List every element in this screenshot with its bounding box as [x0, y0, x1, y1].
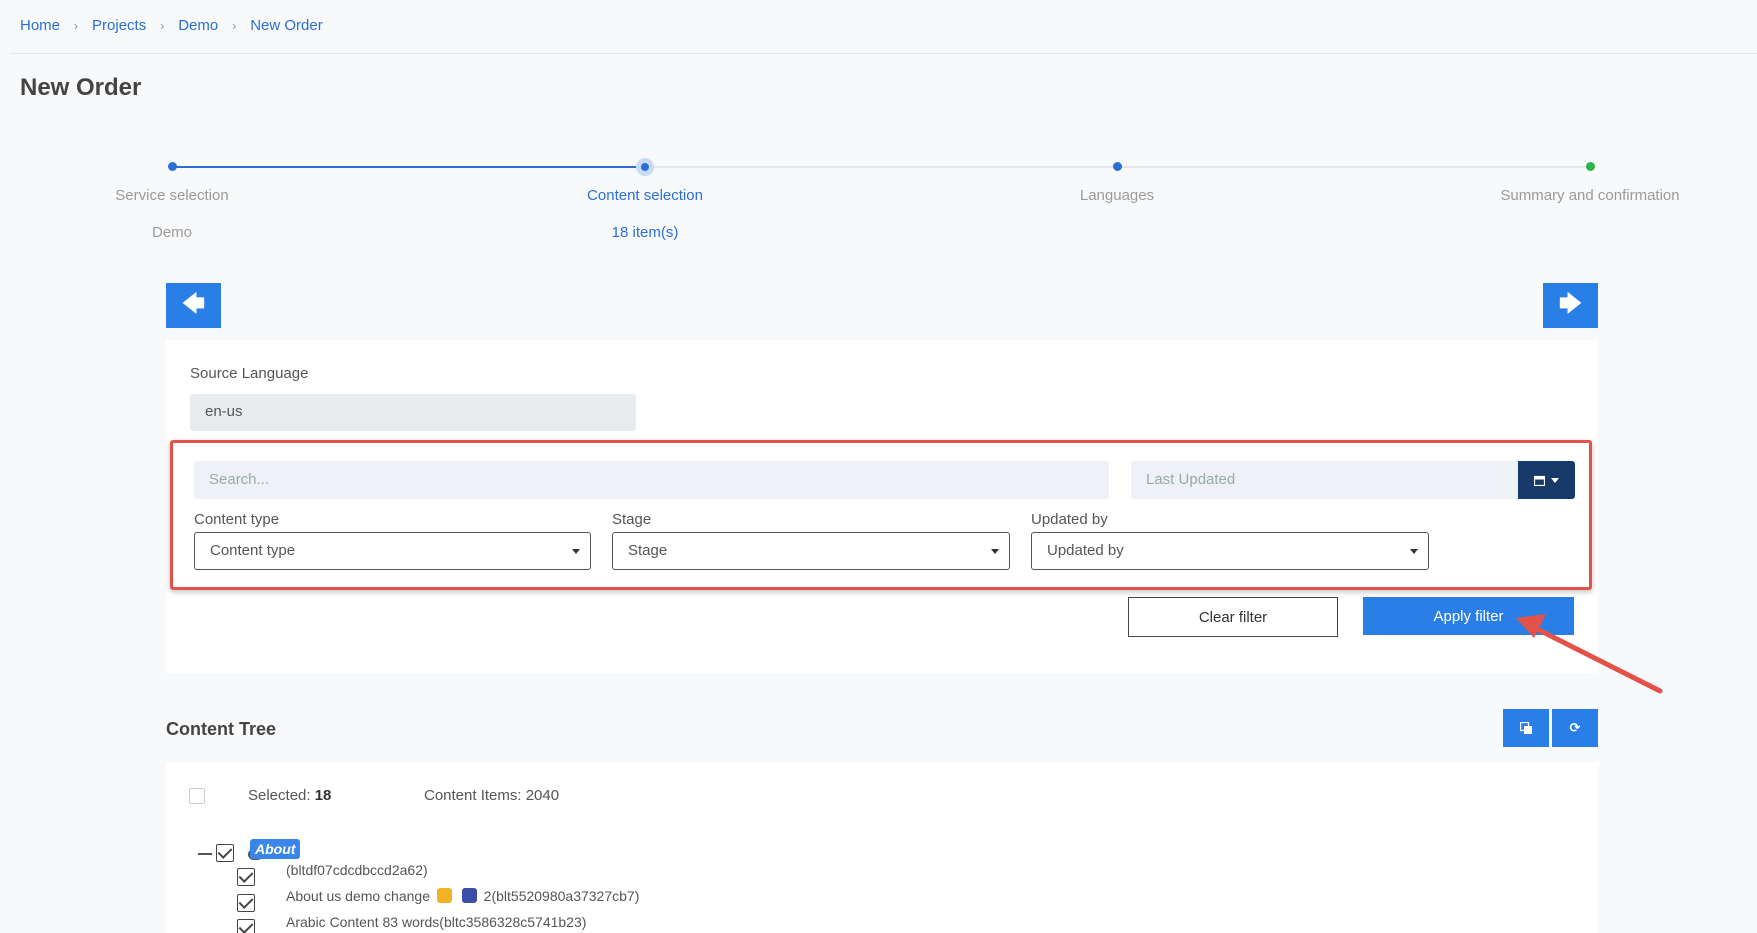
page-title: New Order: [20, 74, 142, 101]
updated-by-select[interactable]: Updated by: [1031, 532, 1429, 570]
tree-item-label: About us demo change: [286, 888, 430, 904]
content-items-count: Content Items: 2040: [424, 787, 560, 804]
date-picker-button[interactable]: [1518, 461, 1575, 499]
selected-count: Selected: 18: [248, 787, 331, 804]
chevron-right-icon: ›: [232, 18, 237, 33]
copy-button[interactable]: [1503, 709, 1549, 747]
filter-panel: Source Language en-us Search... Last Upd…: [166, 340, 1598, 673]
caret-down-icon: [991, 549, 999, 554]
breadcrumb-new-order[interactable]: New Order: [250, 17, 323, 34]
select-all-checkbox[interactable]: [189, 788, 205, 804]
tree-item-checkbox[interactable]: [237, 894, 255, 912]
tree-item-label: 2(blt5520980a37327cb7): [483, 888, 640, 904]
breadcrumb-projects[interactable]: Projects: [92, 17, 146, 34]
apply-filter-button[interactable]: Apply filter: [1363, 597, 1574, 635]
step-label-languages[interactable]: Languages: [997, 187, 1237, 204]
clear-filter-button[interactable]: Clear filter: [1128, 597, 1338, 637]
caret-down-icon: [1551, 477, 1559, 483]
next-button[interactable]: 🡆: [1543, 283, 1598, 328]
updated-by-label: Updated by: [1031, 511, 1108, 528]
step-dot-summary[interactable]: [1586, 162, 1595, 171]
filter-highlight-box: Search... Last Updated Content type Stag…: [170, 440, 1592, 590]
car-emoji-icon: [461, 888, 477, 903]
step-dot-content[interactable]: [636, 158, 654, 176]
caret-down-icon: [572, 549, 580, 554]
selected-value: 18: [314, 787, 332, 804]
breadcrumb-home[interactable]: Home: [20, 17, 60, 34]
content-tree-title: Content Tree: [166, 719, 277, 739]
stage-select-value: Stage: [628, 542, 668, 559]
refresh-button[interactable]: ⟳: [1552, 709, 1598, 747]
step-label-summary[interactable]: Summary and confirmation: [1470, 187, 1710, 204]
arrow-left-icon: 🡄: [182, 290, 205, 316]
tree-node-about[interactable]: About: [250, 839, 301, 859]
chevron-right-icon: ›: [74, 18, 79, 33]
step-sub-service: Demo: [151, 224, 192, 241]
content-type-label: Content type: [194, 511, 280, 528]
step-dot-service[interactable]: [168, 162, 177, 171]
selected-label: Selected:: [248, 787, 311, 804]
refresh-icon: ⟳: [1569, 720, 1581, 735]
collapse-toggle[interactable]: [198, 853, 212, 855]
last-updated-input[interactable]: Last Updated: [1131, 461, 1518, 499]
step-sub-content: 18 item(s): [611, 224, 679, 241]
source-language-field: en-us: [190, 394, 636, 431]
tree-item-checkbox[interactable]: [237, 919, 255, 933]
content-type-select-value: Content type: [210, 542, 296, 559]
caret-down-icon: [1410, 549, 1418, 554]
header-divider: [10, 53, 1757, 54]
step-label-content[interactable]: Content selection: [525, 187, 765, 204]
search-input[interactable]: Search...: [194, 461, 1109, 499]
tree-item-arabic[interactable]: Arabic Content 83 words(bltc3586328c5741…: [286, 914, 586, 930]
stage-label: Stage: [612, 511, 652, 528]
stage-select[interactable]: Stage: [612, 532, 1010, 570]
source-language-label: Source Language: [190, 365, 309, 382]
updated-by-select-value: Updated by: [1047, 542, 1124, 559]
arrow-right-icon: 🡆: [1559, 290, 1582, 316]
order-stepper: Service selection Content selection Lang…: [0, 150, 1757, 250]
root-checkbox[interactable]: [216, 844, 234, 862]
stepper-track-complete: [172, 166, 645, 168]
copy-icon: [1519, 721, 1532, 734]
back-button[interactable]: 🡄: [166, 283, 221, 328]
chevron-right-icon: ›: [160, 18, 165, 33]
step-label-service[interactable]: Service selection: [52, 187, 292, 204]
calendar-icon: [1534, 475, 1545, 486]
step-dot-languages[interactable]: [1113, 162, 1122, 171]
tree-item-root-id: (bltdf07cdcdbccd2a62): [286, 862, 428, 878]
content-tree-panel: Selected: 18 Content Items: 2040 17 Abou…: [166, 762, 1598, 933]
breadcrumb-demo[interactable]: Demo: [178, 17, 218, 34]
content-type-select[interactable]: Content type: [194, 532, 591, 570]
face-emoji-icon: [436, 888, 452, 903]
breadcrumb: Home › Projects › Demo › New Order: [20, 17, 323, 34]
tree-item-about-us[interactable]: About us demo change 2(blt5520980a37327c…: [286, 888, 639, 904]
tree-item-checkbox[interactable]: [237, 868, 255, 886]
